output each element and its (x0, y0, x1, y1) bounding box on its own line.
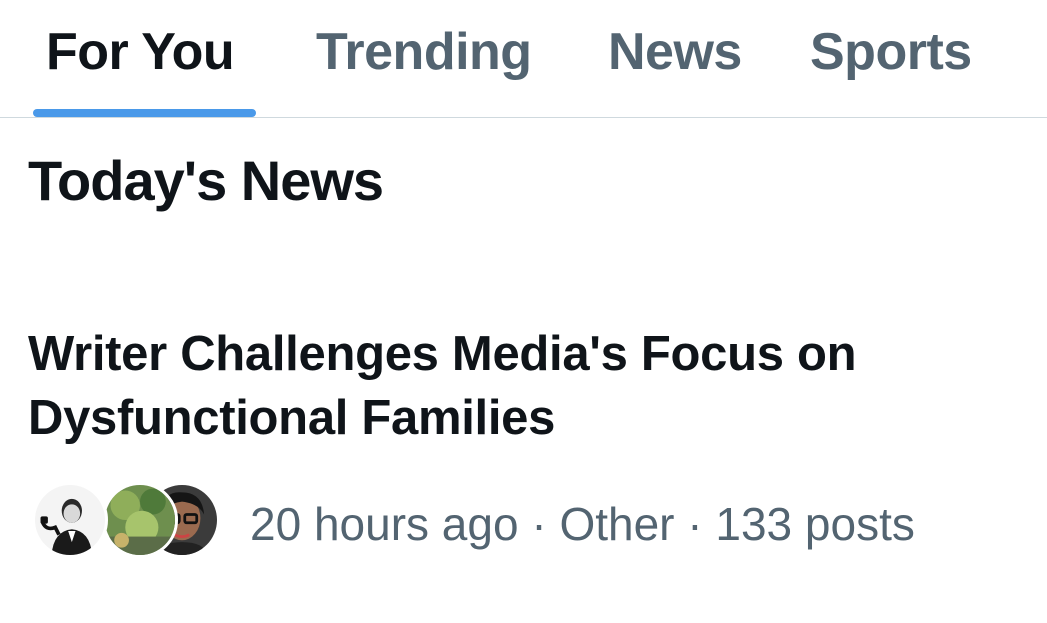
avatar-stack (32, 482, 222, 564)
tab-for-you[interactable]: For You (46, 22, 235, 82)
tab-divider (0, 117, 1047, 118)
tab-sports[interactable]: Sports (810, 22, 972, 82)
meta-separator: · (687, 498, 703, 550)
story-headline[interactable]: Writer Challenges Media's Focus on Dysfu… (28, 322, 1028, 450)
story-post-count: 133 posts (715, 498, 915, 550)
active-tab-indicator (33, 109, 256, 117)
story-meta-text: 20 hours ago · Other · 133 posts (250, 497, 915, 551)
tab-news[interactable]: News (608, 22, 742, 82)
story-category: Other (559, 498, 675, 550)
meta-separator: · (531, 498, 547, 550)
story-time: 20 hours ago (250, 498, 519, 550)
tab-bar: For You Trending News Sports (0, 0, 1047, 118)
section-title: Today's News (28, 149, 384, 212)
tab-trending[interactable]: Trending (316, 22, 532, 82)
avatar-portrait-icon (35, 485, 105, 555)
story-meta: 20 hours ago · Other · 133 posts (32, 482, 1032, 564)
avatar (32, 482, 108, 558)
avatar-garden-icon (105, 485, 175, 555)
avatar (102, 482, 178, 558)
news-story[interactable]: Writer Challenges Media's Focus on Dysfu… (28, 322, 1028, 450)
